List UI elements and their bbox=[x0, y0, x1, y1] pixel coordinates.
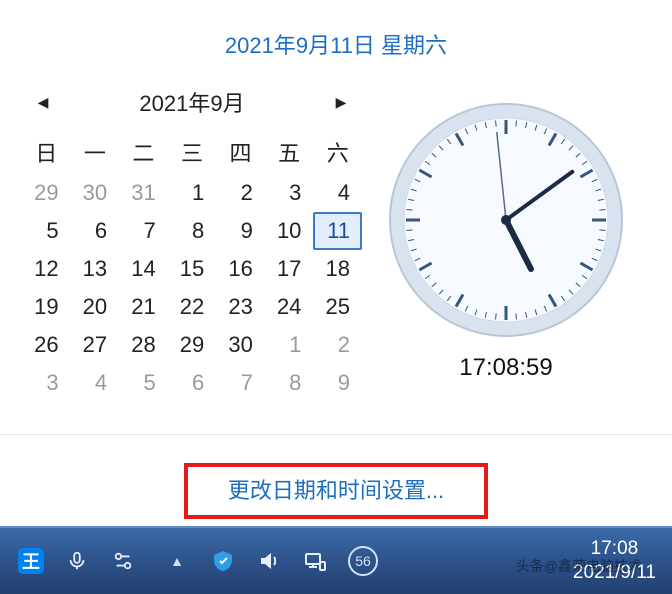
calendar-grid: 日一二三四五六293031123456789101112131415161718… bbox=[22, 130, 362, 402]
flyout-footer: 更改日期和时间设置... bbox=[0, 434, 672, 519]
security-shield-icon[interactable] bbox=[210, 548, 236, 574]
weekday-header: 六 bbox=[313, 130, 362, 174]
calendar-day[interactable]: 30 bbox=[71, 174, 120, 212]
calendar-day[interactable]: 10 bbox=[265, 212, 314, 250]
calendar-day[interactable]: 5 bbox=[119, 364, 168, 402]
calendar: ◀ 2021年9月 ▶ 日一二三四五六293031123456789101112… bbox=[22, 80, 362, 402]
weekday-header: 三 bbox=[168, 130, 217, 174]
calendar-day[interactable]: 12 bbox=[22, 250, 71, 288]
calendar-day[interactable]: 2 bbox=[216, 174, 265, 212]
calendar-day[interactable]: 29 bbox=[168, 326, 217, 364]
calendar-day[interactable]: 4 bbox=[71, 364, 120, 402]
calendar-day[interactable]: 8 bbox=[168, 212, 217, 250]
tray-area: 王 ▲ 56 bbox=[18, 546, 378, 576]
calendar-day[interactable]: 31 bbox=[119, 174, 168, 212]
next-month-button[interactable]: ▶ bbox=[332, 94, 350, 111]
calendar-day[interactable]: 9 bbox=[313, 364, 362, 402]
calendar-day[interactable]: 25 bbox=[313, 288, 362, 326]
calendar-day[interactable]: 21 bbox=[119, 288, 168, 326]
calendar-month-label: 2021年9月 bbox=[139, 86, 244, 118]
calendar-day[interactable]: 4 bbox=[313, 174, 362, 212]
calendar-day[interactable]: 22 bbox=[168, 288, 217, 326]
weekday-header: 四 bbox=[216, 130, 265, 174]
calendar-day[interactable]: 24 bbox=[265, 288, 314, 326]
calendar-day[interactable]: 28 bbox=[119, 326, 168, 364]
microphone-icon[interactable] bbox=[64, 548, 90, 574]
calendar-day[interactable]: 3 bbox=[22, 364, 71, 402]
calendar-day[interactable]: 20 bbox=[71, 288, 120, 326]
clock-block: 17:08:59 bbox=[362, 80, 650, 402]
digital-time: 17:08:59 bbox=[459, 354, 552, 382]
show-hidden-icons-button[interactable]: ▲ bbox=[164, 548, 190, 574]
prev-month-button[interactable]: ◀ bbox=[34, 94, 52, 111]
annotation-highlight: 更改日期和时间设置... bbox=[184, 463, 488, 519]
network-icon[interactable] bbox=[302, 548, 328, 574]
calendar-day[interactable]: 17 bbox=[265, 250, 314, 288]
calendar-day[interactable]: 6 bbox=[168, 364, 217, 402]
calendar-day[interactable]: 3 bbox=[265, 174, 314, 212]
main-area: ◀ 2021年9月 ▶ 日一二三四五六293031123456789101112… bbox=[0, 68, 672, 402]
temperature-badge[interactable]: 56 bbox=[348, 546, 378, 576]
settings-toggle-icon[interactable] bbox=[110, 548, 136, 574]
calendar-day[interactable]: 29 bbox=[22, 174, 71, 212]
calendar-day[interactable]: 8 bbox=[265, 364, 314, 402]
calendar-day-today[interactable]: 11 bbox=[313, 212, 362, 250]
weekday-header: 日 bbox=[22, 130, 71, 174]
analog-clock bbox=[386, 100, 626, 340]
calendar-header: ◀ 2021年9月 ▶ bbox=[22, 80, 362, 130]
calendar-day[interactable]: 5 bbox=[22, 212, 71, 250]
calendar-day[interactable]: 14 bbox=[119, 250, 168, 288]
calendar-day[interactable]: 2 bbox=[313, 326, 362, 364]
calendar-day[interactable]: 16 bbox=[216, 250, 265, 288]
calendar-day[interactable]: 9 bbox=[216, 212, 265, 250]
volume-icon[interactable] bbox=[256, 548, 282, 574]
weekday-header: 一 bbox=[71, 130, 120, 174]
calendar-day[interactable]: 15 bbox=[168, 250, 217, 288]
watermark-text: 头条@鑫荣电脑技术 bbox=[516, 556, 642, 576]
calendar-day[interactable]: 26 bbox=[22, 326, 71, 364]
datetime-flyout: 2021年9月11日 星期六 ◀ 2021年9月 ▶ 日一二三四五六293031… bbox=[0, 0, 672, 524]
date-title: 2021年9月11日 星期六 bbox=[0, 0, 672, 68]
calendar-day[interactable]: 30 bbox=[216, 326, 265, 364]
weekday-header: 五 bbox=[265, 130, 314, 174]
calendar-day[interactable]: 7 bbox=[216, 364, 265, 402]
calendar-day[interactable]: 23 bbox=[216, 288, 265, 326]
calendar-day[interactable]: 1 bbox=[265, 326, 314, 364]
calendar-day[interactable]: 19 bbox=[22, 288, 71, 326]
calendar-day[interactable]: 6 bbox=[71, 212, 120, 250]
calendar-day[interactable]: 18 bbox=[313, 250, 362, 288]
calendar-day[interactable]: 1 bbox=[168, 174, 217, 212]
calendar-day[interactable]: 13 bbox=[71, 250, 120, 288]
calendar-day[interactable]: 27 bbox=[71, 326, 120, 364]
weekday-header: 二 bbox=[119, 130, 168, 174]
calendar-day[interactable]: 7 bbox=[119, 212, 168, 250]
ime-icon[interactable]: 王 bbox=[18, 548, 44, 574]
change-datetime-settings-link[interactable]: 更改日期和时间设置... bbox=[228, 478, 444, 503]
